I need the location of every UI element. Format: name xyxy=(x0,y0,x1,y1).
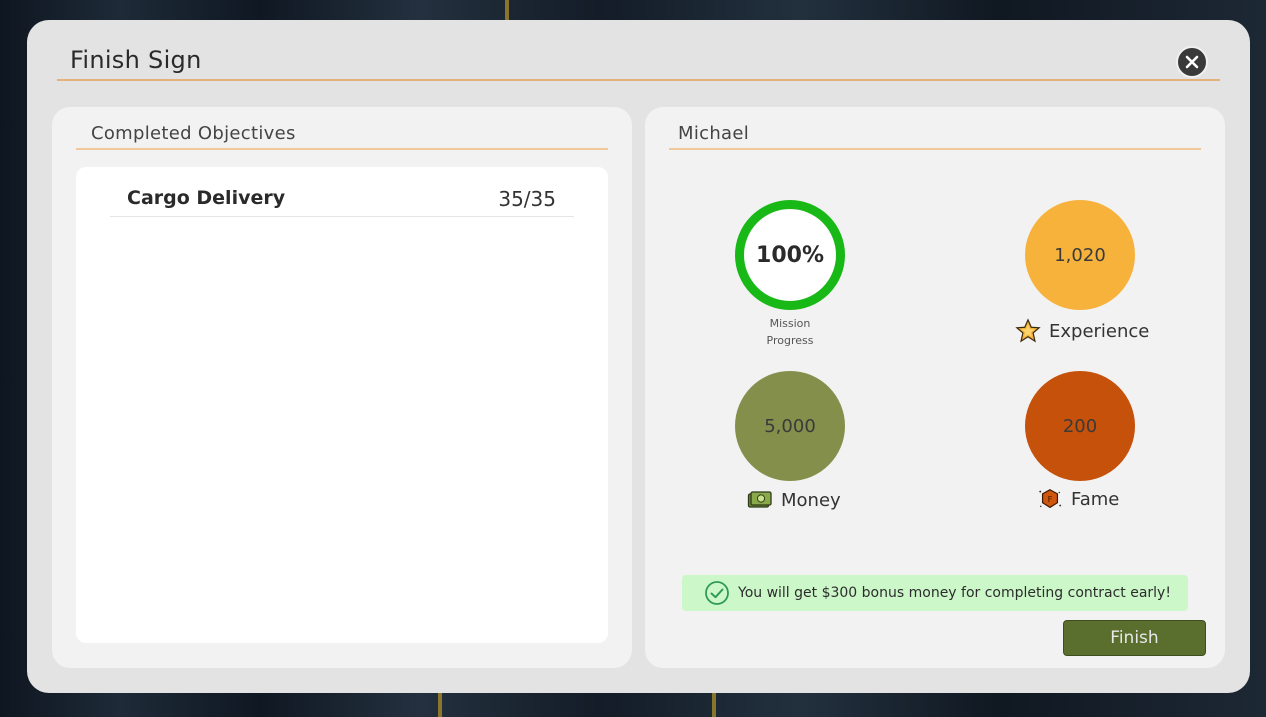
objectives-divider xyxy=(76,148,608,150)
finish-sign-dialog: Finish Sign Completed Objectives Cargo D… xyxy=(27,20,1250,693)
objectives-list[interactable]: Cargo Delivery 35/35 xyxy=(76,167,608,643)
money-circle: 5,000 xyxy=(735,371,845,481)
star-icon xyxy=(1015,318,1041,343)
experience-label: Experience xyxy=(1049,320,1150,342)
money-label: Money xyxy=(781,489,841,511)
experience-circle: 1,020 xyxy=(1025,200,1135,310)
bonus-message: You will get $300 bonus money for comple… xyxy=(738,585,1171,601)
fame-value: 200 xyxy=(1062,415,1098,437)
mission-progress-caption-line2: Progress xyxy=(766,334,814,347)
mission-progress-caption-line1: Mission xyxy=(769,317,811,330)
player-name: Michael xyxy=(678,123,750,144)
experience-value: 1,020 xyxy=(1054,244,1106,266)
background-decoration xyxy=(438,693,442,717)
check-circle-icon xyxy=(705,581,729,605)
background-decoration xyxy=(712,693,716,717)
fame-badge-icon: F xyxy=(1037,487,1063,511)
finish-button[interactable]: Finish xyxy=(1063,620,1206,656)
cash-icon xyxy=(747,488,773,512)
money-label-row: Money xyxy=(747,488,841,512)
objectives-heading: Completed Objectives xyxy=(91,123,296,144)
mission-progress-caption: Mission Progress xyxy=(735,315,845,349)
title-divider xyxy=(57,79,1220,81)
bonus-banner: You will get $300 bonus money for comple… xyxy=(682,575,1188,611)
summary-divider xyxy=(669,148,1201,150)
close-icon xyxy=(1185,55,1199,69)
fame-label: Fame xyxy=(1071,488,1120,510)
svg-text:F: F xyxy=(1048,494,1053,504)
objective-row: Cargo Delivery 35/35 xyxy=(110,183,574,217)
mission-progress-ring: 100% xyxy=(735,200,845,310)
fame-circle: 200 xyxy=(1025,371,1135,481)
close-button[interactable] xyxy=(1176,46,1208,78)
money-value: 5,000 xyxy=(764,415,816,437)
fame-label-row: F Fame xyxy=(1037,487,1119,511)
background-decoration xyxy=(505,0,509,20)
mission-progress-value: 100% xyxy=(756,242,824,268)
objectives-panel: Completed Objectives Cargo Delivery 35/3… xyxy=(52,107,632,668)
dialog-title: Finish Sign xyxy=(70,46,202,74)
objective-count: 35/35 xyxy=(498,187,556,211)
experience-label-row: Experience xyxy=(1015,318,1150,343)
summary-panel: Michael 100% Mission Progress 1,020 Expe… xyxy=(645,107,1225,668)
objective-name: Cargo Delivery xyxy=(127,187,286,209)
